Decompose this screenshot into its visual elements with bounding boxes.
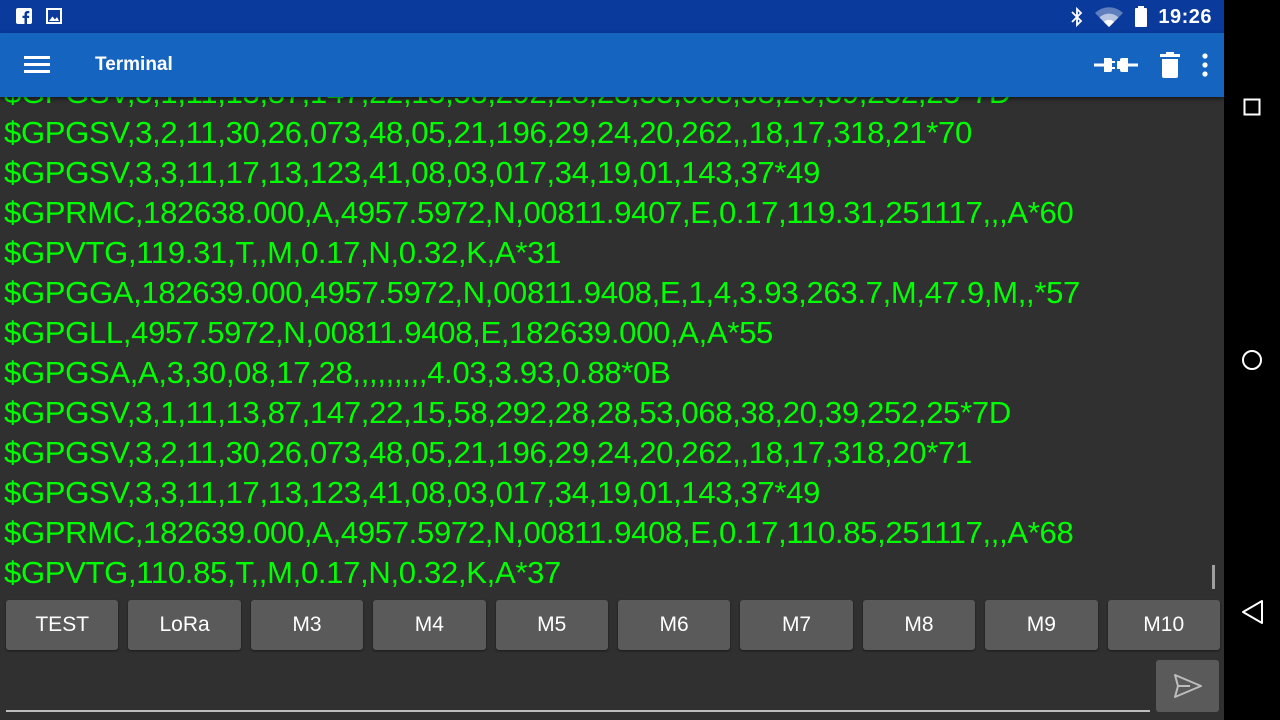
terminal-line: $GPGSV,3,3,11,17,13,123,41,08,03,017,34,… <box>4 475 821 510</box>
home-circle-icon <box>1242 350 1262 370</box>
terminal-line: $GPGLL,4957.5972,N,00811.9408,E,182639.0… <box>4 315 773 350</box>
home-button[interactable] <box>1238 346 1266 374</box>
terminal-line: $GPRMC,182638.000,A,4957.5972,N,00811.94… <box>4 195 1074 230</box>
macro-button-m3[interactable]: M3 <box>250 600 364 650</box>
status-time: 19:26 <box>1158 5 1212 28</box>
page-title: Terminal <box>95 54 173 75</box>
app-toolbar: Terminal <box>0 33 1224 97</box>
terminal-line: $GPRMC,182639.000,A,4957.5972,N,00811.94… <box>4 515 1074 550</box>
send-icon <box>1173 674 1202 698</box>
back-button[interactable] <box>1238 598 1266 626</box>
terminal-line: $GPVTG,110.85,T,,M,0.17,N,0.32,K,A*37 <box>4 555 561 590</box>
macro-button-m4[interactable]: M4 <box>373 600 486 650</box>
app-window: 19:26 Terminal $GPGSV,3,1,11,13,87,147,2… <box>0 0 1224 720</box>
terminal-line: $GPGSV,3,2,11,30,26,073,48,05,21,196,29,… <box>4 435 972 470</box>
delete-icon <box>1160 52 1180 78</box>
facebook-icon <box>16 8 32 24</box>
overflow-menu-button[interactable] <box>1202 47 1208 83</box>
terminal-line: $GPGSV,3,1,11,13,87,147,22,15,58,292,28,… <box>4 395 1011 430</box>
image-icon <box>46 8 62 24</box>
clear-terminal-button[interactable] <box>1160 47 1180 83</box>
macro-buttons-row: TEST LoRa M3 M4 M5 M6 M7 M8 M9 M10 <box>6 600 1220 650</box>
macro-button-m5[interactable]: M5 <box>495 600 608 650</box>
wifi-icon <box>1095 7 1124 28</box>
recents-button[interactable] <box>1238 93 1266 121</box>
recents-square-icon <box>1243 98 1261 116</box>
more-vert-icon <box>1202 53 1208 77</box>
macro-button-m10[interactable]: M10 <box>1107 600 1220 650</box>
battery-icon <box>1135 6 1148 27</box>
macro-button-lora[interactable]: LoRa <box>128 600 241 650</box>
terminal-scrollbar[interactable] <box>1212 565 1215 589</box>
system-navigation-bar <box>1224 0 1280 720</box>
terminal-line: $GPGSA,A,3,30,08,17,28,,,,,,,,,4.03,3.93… <box>4 355 671 390</box>
send-button[interactable] <box>1156 660 1219 712</box>
macro-button-m7[interactable]: M7 <box>740 600 853 650</box>
terminal-line: $GPGGA,182639.000,4957.5972,N,00811.9408… <box>4 275 1080 310</box>
menu-icon[interactable] <box>20 51 56 79</box>
terminal-line: $GPGSV,3,2,11,30,26,073,48,05,21,196,29,… <box>4 115 972 150</box>
bluetooth-icon <box>1071 6 1083 28</box>
terminal-line: $GPGSV,3,3,11,17,13,123,41,08,03,017,34,… <box>4 155 821 190</box>
macro-button-m6[interactable]: M6 <box>617 600 731 650</box>
back-triangle-icon <box>1242 600 1263 624</box>
status-bar: 19:26 <box>0 0 1224 33</box>
connect-button[interactable] <box>1094 47 1138 83</box>
macro-button-test[interactable]: TEST <box>6 600 119 650</box>
macro-button-m8[interactable]: M8 <box>862 600 976 650</box>
connect-plug-icon <box>1094 58 1138 72</box>
macro-button-m9[interactable]: M9 <box>985 600 1098 650</box>
send-text-input[interactable] <box>6 660 1150 712</box>
send-input-area <box>6 660 1150 712</box>
terminal-output[interactable]: $GPGSV,3,1,11,13,87,147,22,15,58,292,28,… <box>0 91 1214 591</box>
terminal-line: $GPVTG,119.31,T,,M,0.17,N,0.32,K,A*31 <box>4 235 561 270</box>
